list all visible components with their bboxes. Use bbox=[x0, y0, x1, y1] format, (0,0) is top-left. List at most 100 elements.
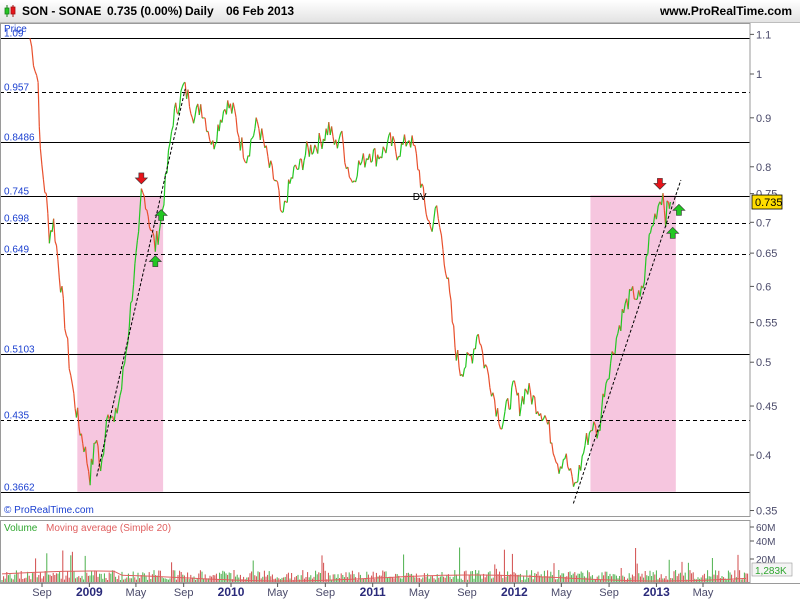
y-tick-label: 0.45 bbox=[756, 401, 777, 413]
price-segment bbox=[498, 423, 502, 429]
price-segment bbox=[463, 366, 467, 369]
price-segment bbox=[242, 157, 246, 163]
price-segment bbox=[471, 348, 475, 364]
price-segment bbox=[395, 151, 398, 161]
price-segment bbox=[53, 218, 56, 242]
price-segment bbox=[251, 135, 255, 139]
price-segment bbox=[587, 432, 590, 445]
price-segment bbox=[338, 133, 342, 141]
price-segment bbox=[551, 442, 554, 454]
price-segment bbox=[179, 90, 182, 108]
price-segment bbox=[480, 345, 484, 353]
price-segment bbox=[47, 213, 50, 244]
volume-tick-label: 40M bbox=[756, 537, 775, 548]
price-segment bbox=[167, 142, 171, 151]
price-segment bbox=[321, 138, 324, 149]
price-segment bbox=[364, 158, 368, 168]
price-segment bbox=[275, 179, 279, 183]
price-segment bbox=[486, 367, 490, 376]
price-segment bbox=[318, 132, 322, 142]
price-segment bbox=[294, 164, 298, 170]
price-segment bbox=[270, 160, 273, 166]
price-segment bbox=[262, 138, 266, 148]
x-year-label: 2012 bbox=[501, 585, 528, 599]
price-segment bbox=[492, 392, 496, 401]
price-segment bbox=[540, 413, 543, 422]
level-label: 0.745 bbox=[4, 187, 29, 198]
price-segment bbox=[314, 144, 317, 149]
sell-arrow-icon bbox=[134, 172, 149, 185]
price-segment bbox=[175, 102, 178, 113]
price-segment bbox=[68, 368, 72, 376]
price-segment bbox=[336, 139, 340, 149]
price-segment bbox=[194, 107, 197, 118]
price-segment bbox=[236, 131, 240, 138]
price-segment bbox=[437, 218, 441, 228]
price-segment bbox=[443, 264, 447, 274]
y-tick-label: 0.7 bbox=[756, 217, 771, 229]
price-segment bbox=[233, 108, 237, 118]
price-segment bbox=[65, 334, 69, 339]
price-segment bbox=[282, 200, 286, 213]
y-tick-label: 0.9 bbox=[756, 113, 771, 125]
price-segment bbox=[31, 46, 35, 66]
price-segment bbox=[439, 227, 442, 236]
price-segment bbox=[494, 399, 497, 417]
level-label: 0.5103 bbox=[4, 345, 35, 356]
price-segment bbox=[355, 175, 358, 183]
price-segment bbox=[142, 192, 145, 197]
price-segment bbox=[507, 398, 510, 410]
price-segment bbox=[303, 155, 306, 161]
price-segment bbox=[369, 153, 372, 163]
x-month-label: May bbox=[693, 587, 714, 599]
y-tick-label: 1 bbox=[756, 69, 762, 81]
price-segment bbox=[181, 83, 185, 88]
price-segment bbox=[577, 465, 580, 482]
price-segment bbox=[169, 131, 173, 143]
price-segment bbox=[427, 219, 430, 222]
chart-texts: 1.090.9570.84860.7450.6980.6490.51030.43… bbox=[4, 24, 427, 516]
price-segment bbox=[424, 202, 427, 215]
price-segment bbox=[458, 367, 461, 376]
price-segment bbox=[651, 224, 654, 227]
price-segment bbox=[403, 134, 407, 147]
price-segment bbox=[548, 420, 552, 444]
price-segment bbox=[255, 117, 258, 123]
price-segment bbox=[54, 241, 58, 246]
price-segment bbox=[37, 82, 40, 127]
price-segment bbox=[359, 161, 363, 166]
price-segment bbox=[352, 180, 355, 183]
price-segment bbox=[417, 169, 420, 171]
highlight-zone bbox=[590, 195, 676, 492]
highlight-zones bbox=[77, 195, 676, 492]
price-chart[interactable]: 1.110.90.80.750.70.650.60.550.50.450.40.… bbox=[0, 0, 800, 600]
price-segment bbox=[64, 328, 67, 336]
price-segment bbox=[576, 481, 579, 484]
price-segment bbox=[200, 104, 203, 119]
price-segment bbox=[399, 143, 403, 157]
volume-label: Volume bbox=[4, 523, 38, 534]
price-segment bbox=[392, 136, 395, 142]
price-segment bbox=[447, 277, 451, 293]
last-volume-label: 1,283K bbox=[755, 566, 787, 577]
volume-panel: Volume Moving average (Simple 20) 60M40M20… bbox=[1, 523, 793, 582]
price-segment bbox=[347, 167, 350, 178]
dividend-marker: DV bbox=[413, 192, 427, 203]
price-segment bbox=[440, 235, 444, 250]
price-segment bbox=[298, 158, 301, 170]
y-tick-label: 0.65 bbox=[756, 248, 777, 260]
price-segment bbox=[515, 387, 518, 396]
price-segment bbox=[188, 106, 192, 115]
price-segment bbox=[370, 160, 373, 163]
price-segment bbox=[145, 208, 148, 211]
price-segment bbox=[342, 145, 346, 163]
price-segment bbox=[414, 145, 417, 154]
price-segment bbox=[534, 397, 537, 415]
y-tick-label: 0.55 bbox=[756, 318, 777, 330]
price-segment bbox=[213, 143, 216, 150]
price-segment bbox=[62, 298, 66, 329]
price-segment bbox=[555, 461, 558, 465]
price-segment bbox=[73, 393, 76, 409]
price-segment bbox=[583, 445, 586, 454]
price-segment bbox=[489, 387, 493, 397]
